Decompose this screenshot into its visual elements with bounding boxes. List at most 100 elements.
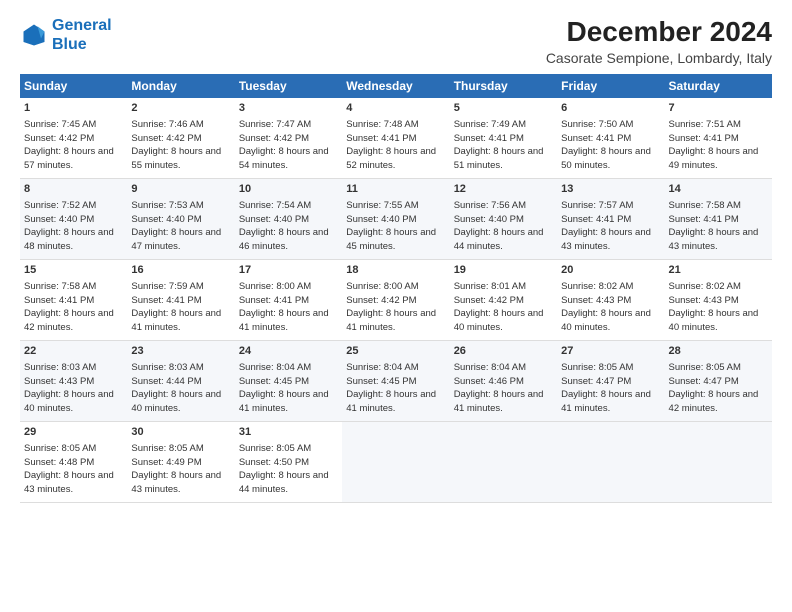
header-day-thursday: Thursday bbox=[450, 74, 557, 98]
day-number: 9 bbox=[131, 182, 230, 198]
sunset: Sunset: 4:43 PM bbox=[561, 295, 631, 306]
day-number: 14 bbox=[669, 182, 768, 198]
calendar-cell: 18Sunrise: 8:00 AMSunset: 4:42 PMDayligh… bbox=[342, 260, 449, 341]
sunrise: Sunrise: 8:04 AM bbox=[346, 362, 418, 373]
sunset: Sunset: 4:43 PM bbox=[669, 295, 739, 306]
calendar-cell: 28Sunrise: 8:05 AMSunset: 4:47 PMDayligh… bbox=[665, 341, 772, 422]
daylight: Daylight: 8 hours and 42 minutes. bbox=[24, 308, 114, 333]
calendar-cell: 5Sunrise: 7:49 AMSunset: 4:41 PMDaylight… bbox=[450, 98, 557, 179]
header-day-saturday: Saturday bbox=[665, 74, 772, 98]
daylight: Daylight: 8 hours and 57 minutes. bbox=[24, 146, 114, 171]
daylight: Daylight: 8 hours and 40 minutes. bbox=[669, 308, 759, 333]
daylight: Daylight: 8 hours and 40 minutes. bbox=[561, 308, 651, 333]
logo-text: General Blue bbox=[52, 16, 112, 54]
daylight: Daylight: 8 hours and 43 minutes. bbox=[131, 470, 221, 495]
sunrise: Sunrise: 8:05 AM bbox=[561, 362, 633, 373]
sunset: Sunset: 4:41 PM bbox=[669, 214, 739, 225]
daylight: Daylight: 8 hours and 47 minutes. bbox=[131, 227, 221, 252]
sunset: Sunset: 4:45 PM bbox=[346, 376, 416, 387]
daylight: Daylight: 8 hours and 43 minutes. bbox=[561, 227, 651, 252]
sunrise: Sunrise: 8:03 AM bbox=[24, 362, 96, 373]
week-row-3: 15 Sunrise: 7:58 AM Sunset: 4:41 PM Dayligh… bbox=[20, 260, 772, 341]
sunrise: Sunrise: 7:58 AM bbox=[24, 281, 96, 292]
sunrise: Sunrise: 7:55 AM bbox=[346, 200, 418, 211]
sunrise: Sunrise: 8:00 AM bbox=[346, 281, 418, 292]
sunrise: Sunrise: 7:54 AM bbox=[239, 200, 311, 211]
day-number: 6 bbox=[561, 101, 660, 117]
sunrise: Sunrise: 7:56 AM bbox=[454, 200, 526, 211]
sunrise: Sunrise: 8:00 AM bbox=[239, 281, 311, 292]
sunrise: Sunrise: 8:04 AM bbox=[454, 362, 526, 373]
day-number: 20 bbox=[561, 263, 660, 279]
daylight: Daylight: 8 hours and 43 minutes. bbox=[669, 227, 759, 252]
sunset: Sunset: 4:42 PM bbox=[239, 133, 309, 144]
day-number: 5 bbox=[454, 101, 553, 117]
calendar-cell: 10Sunrise: 7:54 AMSunset: 4:40 PMDayligh… bbox=[235, 179, 342, 260]
calendar-cell bbox=[450, 422, 557, 503]
sunset: Sunset: 4:43 PM bbox=[24, 376, 94, 387]
sunset: Sunset: 4:42 PM bbox=[131, 133, 201, 144]
daylight: Daylight: 8 hours and 44 minutes. bbox=[239, 470, 329, 495]
day-number: 15 bbox=[24, 263, 123, 279]
sunset: Sunset: 4:41 PM bbox=[239, 295, 309, 306]
daylight: Daylight: 8 hours and 55 minutes. bbox=[131, 146, 221, 171]
calendar-cell: 15Sunrise: 7:58 AMSunset: 4:41 PMDayligh… bbox=[20, 260, 127, 341]
calendar-cell: 3Sunrise: 7:47 AMSunset: 4:42 PMDaylight… bbox=[235, 98, 342, 179]
sunrise: Sunrise: 7:46 AM bbox=[131, 119, 203, 130]
sunset: Sunset: 4:48 PM bbox=[24, 457, 94, 468]
week-row-5: 29Sunrise: 8:05 AMSunset: 4:48 PMDayligh… bbox=[20, 422, 772, 503]
sunrise: Sunrise: 8:05 AM bbox=[24, 443, 96, 454]
daylight: Daylight: 8 hours and 45 minutes. bbox=[346, 227, 436, 252]
calendar-cell: 8Sunrise: 7:52 AMSunset: 4:40 PMDaylight… bbox=[20, 179, 127, 260]
sunrise: Sunrise: 8:02 AM bbox=[561, 281, 633, 292]
day-number: 13 bbox=[561, 182, 660, 198]
header-day-friday: Friday bbox=[557, 74, 664, 98]
daylight: Daylight: 8 hours and 43 minutes. bbox=[24, 470, 114, 495]
calendar-cell: 9Sunrise: 7:53 AMSunset: 4:40 PMDaylight… bbox=[127, 179, 234, 260]
sunset: Sunset: 4:40 PM bbox=[24, 214, 94, 225]
calendar-cell: 31Sunrise: 8:05 AMSunset: 4:50 PMDayligh… bbox=[235, 422, 342, 503]
logo-line2: Blue bbox=[52, 36, 87, 53]
sunset: Sunset: 4:42 PM bbox=[454, 295, 524, 306]
logo: General Blue bbox=[20, 16, 112, 54]
sunset: Sunset: 4:41 PM bbox=[561, 133, 631, 144]
sunset: Sunset: 4:49 PM bbox=[131, 457, 201, 468]
day-number: 8 bbox=[24, 182, 123, 198]
subtitle: Casorate Sempione, Lombardy, Italy bbox=[546, 50, 772, 66]
daylight: Daylight: 8 hours and 41 minutes. bbox=[561, 389, 651, 414]
day-number: 2 bbox=[131, 101, 230, 117]
sunrise: Sunrise: 8:02 AM bbox=[669, 281, 741, 292]
sunset: Sunset: 4:41 PM bbox=[346, 133, 416, 144]
day-number: 25 bbox=[346, 344, 445, 360]
sunrise: Sunrise: 7:49 AM bbox=[454, 119, 526, 130]
calendar-cell bbox=[665, 422, 772, 503]
main-title: December 2024 bbox=[546, 16, 772, 48]
day-number: 12 bbox=[454, 182, 553, 198]
sunset: Sunset: 4:44 PM bbox=[131, 376, 201, 387]
title-block: December 2024 Casorate Sempione, Lombard… bbox=[546, 16, 772, 66]
sunrise: Sunrise: 8:04 AM bbox=[239, 362, 311, 373]
daylight: Daylight: 8 hours and 44 minutes. bbox=[454, 227, 544, 252]
day-number: 4 bbox=[346, 101, 445, 117]
day-number: 26 bbox=[454, 344, 553, 360]
sunset: Sunset: 4:41 PM bbox=[561, 214, 631, 225]
week-row-2: 8 Sunrise: 7:52 AM Sunset: 4:40 PM Daylight… bbox=[20, 179, 772, 260]
sunrise: Sunrise: 7:59 AM bbox=[131, 281, 203, 292]
calendar-cell: 19Sunrise: 8:01 AMSunset: 4:42 PMDayligh… bbox=[450, 260, 557, 341]
daylight: Daylight: 8 hours and 41 minutes. bbox=[239, 308, 329, 333]
daylight: Daylight: 8 hours and 41 minutes. bbox=[346, 389, 436, 414]
day-number: 27 bbox=[561, 344, 660, 360]
page: General Blue December 2024 Casorate Semp… bbox=[0, 0, 792, 612]
calendar-cell: 29Sunrise: 8:05 AMSunset: 4:48 PMDayligh… bbox=[20, 422, 127, 503]
sunrise: Sunrise: 7:52 AM bbox=[24, 200, 96, 211]
day-number: 28 bbox=[669, 344, 768, 360]
sunrise: Sunrise: 7:47 AM bbox=[239, 119, 311, 130]
day-number: 23 bbox=[131, 344, 230, 360]
calendar-cell: 16Sunrise: 7:59 AMSunset: 4:41 PMDayligh… bbox=[127, 260, 234, 341]
sunset: Sunset: 4:42 PM bbox=[346, 295, 416, 306]
week-row-4: 22Sunrise: 8:03 AMSunset: 4:43 PMDayligh… bbox=[20, 341, 772, 422]
daylight: Daylight: 8 hours and 49 minutes. bbox=[669, 146, 759, 171]
sunset: Sunset: 4:50 PM bbox=[239, 457, 309, 468]
header-day-wednesday: Wednesday bbox=[342, 74, 449, 98]
sunset: Sunset: 4:40 PM bbox=[346, 214, 416, 225]
